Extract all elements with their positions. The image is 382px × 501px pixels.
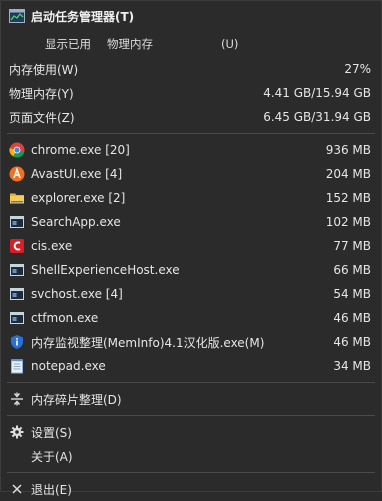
separator — [7, 133, 375, 134]
cis-icon — [9, 238, 25, 254]
process-name: chrome.exe [20] — [31, 143, 130, 157]
process-item-svchost[interactable]: svchost.exe [4] 54 MB — [1, 282, 381, 306]
memory-defrag-label: 内存碎片整理(D) — [31, 392, 122, 407]
process-memory: 46 MB — [333, 335, 371, 349]
separator — [7, 382, 375, 383]
process-name: svchost.exe [4] — [31, 287, 123, 301]
settings-label: 设置(S) — [31, 425, 72, 440]
memory-usage-value: 27% — [344, 62, 371, 76]
gear-icon — [9, 424, 25, 440]
process-item-notepad[interactable]: notepad.exe 34 MB — [1, 354, 381, 378]
process-memory: 54 MB — [333, 287, 371, 301]
shortcut-label: (U) — [221, 37, 239, 51]
process-memory: 152 MB — [325, 191, 371, 205]
memory-defrag-item[interactable]: 内存碎片整理(D) — [1, 387, 381, 411]
notepad-icon — [9, 358, 25, 374]
page-file-row[interactable]: 页面文件(Z) 6.45 GB/31.94 GB — [1, 105, 381, 129]
process-memory: 34 MB — [333, 359, 371, 373]
process-memory: 46 MB — [333, 311, 371, 325]
window-icon — [9, 214, 25, 230]
display-mode-row[interactable]: 显示已用 物理内存 (U) — [1, 31, 381, 57]
physical-memory-value: 4.41 GB/15.94 GB — [263, 86, 371, 100]
folder-icon — [9, 190, 25, 206]
process-memory: 66 MB — [333, 263, 371, 277]
process-name: notepad.exe — [31, 359, 106, 373]
memory-usage-label: 内存使用(W) — [9, 62, 79, 77]
process-item-searchapp[interactable]: SearchApp.exe 102 MB — [1, 210, 381, 234]
context-menu: 启动任务管理器(T) 显示已用 物理内存 (U) 内存使用(W) 27% 物理内… — [0, 0, 382, 497]
process-item-meminfo[interactable]: 内存监视整理(MemInfo)4.1汉化版.exe(M) 46 MB — [1, 330, 381, 354]
chrome-icon — [9, 142, 25, 158]
physical-memory-row[interactable]: 物理内存(Y) 4.41 GB/15.94 GB — [1, 81, 381, 105]
page-file-label: 页面文件(Z) — [9, 110, 75, 125]
process-item-cis[interactable]: cis.exe 77 MB — [1, 234, 381, 258]
page-file-value: 6.45 GB/31.94 GB — [263, 110, 371, 124]
physical-memory-label: 物理内存(Y) — [9, 86, 74, 101]
process-item-ctfmon[interactable]: ctfmon.exe 46 MB — [1, 306, 381, 330]
process-name: ctfmon.exe — [31, 311, 99, 325]
process-name: 内存监视整理(MemInfo)4.1汉化版.exe(M) — [31, 335, 265, 350]
window-icon — [9, 310, 25, 326]
compress-icon — [9, 391, 25, 407]
exit-label: 退出(E) — [31, 482, 72, 497]
process-item-avast[interactable]: AvastUI.exe [4] 204 MB — [1, 162, 381, 186]
close-icon — [9, 481, 25, 497]
about-item[interactable]: 关于(A) — [1, 444, 381, 468]
process-memory: 102 MB — [325, 215, 371, 229]
process-item-chrome[interactable]: chrome.exe [20] 936 MB — [1, 138, 381, 162]
open-task-manager-item[interactable]: 启动任务管理器(T) — [1, 1, 381, 31]
shield-info-icon — [9, 334, 25, 350]
memory-usage-row[interactable]: 内存使用(W) 27% — [1, 57, 381, 81]
exit-item[interactable]: 退出(E) — [1, 477, 381, 501]
task-manager-icon — [9, 9, 25, 23]
process-name: ShellExperienceHost.exe — [31, 263, 180, 277]
separator — [7, 472, 375, 473]
avast-icon — [9, 166, 25, 182]
process-item-explorer[interactable]: explorer.exe [2] 152 MB — [1, 186, 381, 210]
process-memory: 936 MB — [325, 143, 371, 157]
process-name: explorer.exe [2] — [31, 191, 126, 205]
process-memory: 77 MB — [333, 239, 371, 253]
separator — [7, 415, 375, 416]
physical-memory-option[interactable]: 物理内存 — [107, 36, 153, 52]
about-label: 关于(A) — [31, 449, 73, 464]
process-name: SearchApp.exe — [31, 215, 121, 229]
process-memory: 204 MB — [325, 167, 371, 181]
window-icon — [9, 262, 25, 278]
process-item-shellexperiencehost[interactable]: ShellExperienceHost.exe 66 MB — [1, 258, 381, 282]
process-name: cis.exe — [31, 239, 73, 253]
show-used-label: 显示已用 — [45, 37, 91, 51]
window-icon — [9, 286, 25, 302]
settings-item[interactable]: 设置(S) — [1, 420, 381, 444]
header-title: 启动任务管理器(T) — [31, 9, 135, 24]
process-name: AvastUI.exe [4] — [31, 167, 123, 181]
